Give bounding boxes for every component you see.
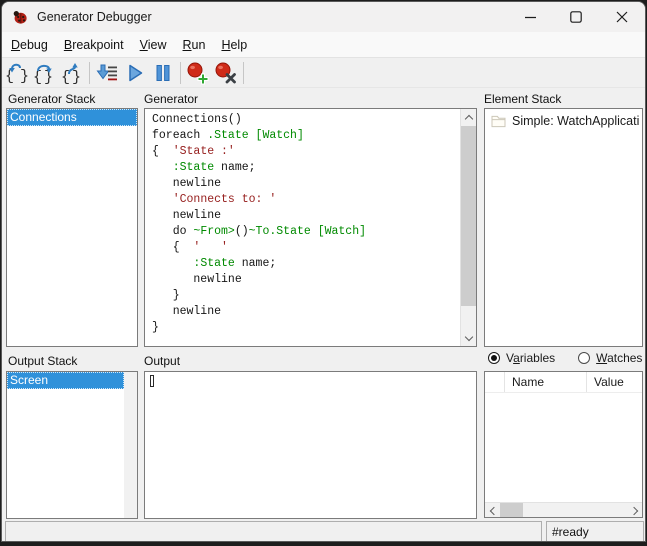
- output-label: Output: [144, 354, 181, 368]
- toolbar-separator: [180, 62, 181, 84]
- svg-text:}: }: [72, 69, 81, 85]
- toolbar-separator: [89, 62, 90, 84]
- menu-view[interactable]: View: [132, 35, 175, 55]
- add-breakpoint-button[interactable]: [184, 60, 212, 86]
- scrollbar-thumb[interactable]: [461, 126, 476, 306]
- output-stack-scrollbar[interactable]: [124, 372, 137, 518]
- generator-vertical-scrollbar[interactable]: [460, 109, 476, 346]
- scrollbar-thumb[interactable]: [500, 503, 523, 517]
- menubar: Debug Breakpoint View Run Help: [2, 32, 645, 58]
- step-out-button[interactable]: { }: [58, 60, 86, 86]
- generator-stack-label: Generator Stack: [8, 92, 96, 106]
- status-message: [5, 521, 542, 541]
- step-over-button[interactable]: { }: [30, 60, 58, 86]
- scroll-up-button[interactable]: [461, 109, 476, 125]
- column-header-name[interactable]: Name: [505, 372, 587, 392]
- variables-horizontal-scrollbar[interactable]: [485, 502, 642, 517]
- output-stack-label: Output Stack: [8, 354, 78, 368]
- remove-breakpoint-button[interactable]: [212, 60, 240, 86]
- output-stack-list[interactable]: Screen: [6, 371, 138, 519]
- toolbar-separator: [243, 62, 244, 84]
- element-stack-tree[interactable]: Simple: WatchApplicati: [484, 108, 643, 347]
- status-state: #ready: [546, 521, 644, 541]
- column-header-blank[interactable]: [485, 372, 505, 392]
- element-stack-item-label: Simple: WatchApplicati: [512, 114, 640, 128]
- generator-stack-item-connections[interactable]: Connections: [7, 109, 137, 126]
- menu-breakpoint[interactable]: Breakpoint: [56, 35, 132, 55]
- titlebar[interactable]: Generator Debugger: [2, 2, 645, 32]
- watches-radio[interactable]: Watches: [578, 351, 642, 365]
- chevron-right-icon: [629, 506, 639, 515]
- chevron-down-icon: [464, 332, 474, 342]
- step-to-line-button[interactable]: [93, 60, 121, 86]
- maximize-button[interactable]: [553, 2, 599, 32]
- variables-radio[interactable]: Variables: [488, 351, 555, 365]
- app-bug-icon: [12, 9, 28, 25]
- scroll-left-button[interactable]: [485, 503, 499, 518]
- radio-circle-icon: [578, 352, 591, 364]
- svg-text:}: }: [20, 68, 28, 85]
- close-button[interactable]: [599, 2, 645, 32]
- minimize-button[interactable]: [507, 2, 553, 32]
- desktop-backdrop: Generator Debugger Debug Breakpoint View…: [0, 0, 647, 546]
- generator-code: Connections() foreach .State [Watch]{ 'St…: [152, 113, 366, 334]
- output-box[interactable]: [144, 371, 477, 519]
- window-title: Generator Debugger: [37, 10, 152, 24]
- generator-label: Generator: [144, 92, 199, 106]
- toolbar: { } { } { }: [2, 59, 645, 88]
- radio-circle-icon: [488, 352, 500, 364]
- window-controls: [507, 2, 645, 32]
- generator-code-box[interactable]: Connections() foreach .State [Watch]{ 'St…: [144, 108, 477, 347]
- element-stack-item[interactable]: Simple: WatchApplicati: [491, 112, 642, 130]
- menu-help[interactable]: Help: [213, 35, 255, 55]
- app-window: Generator Debugger Debug Breakpoint View…: [1, 1, 646, 542]
- column-header-value[interactable]: Value: [587, 372, 642, 392]
- pause-button[interactable]: [149, 60, 177, 86]
- folder-icon: [491, 115, 506, 127]
- element-stack-label: Element Stack: [484, 92, 562, 106]
- variables-table[interactable]: Name Value: [484, 371, 643, 518]
- text-caret: [150, 375, 154, 387]
- step-into-button[interactable]: { }: [2, 60, 30, 86]
- variables-table-header: Name Value: [485, 372, 642, 393]
- generator-stack-list[interactable]: Connections: [6, 108, 138, 347]
- chevron-left-icon: [489, 506, 498, 515]
- scroll-right-button[interactable]: [628, 503, 642, 518]
- menu-run[interactable]: Run: [175, 35, 214, 55]
- menu-debug[interactable]: Debug: [3, 35, 56, 55]
- chevron-up-icon: [464, 114, 474, 123]
- run-button[interactable]: [121, 60, 149, 86]
- svg-text:{: {: [33, 69, 42, 85]
- output-stack-item-screen[interactable]: Screen: [7, 372, 124, 389]
- variables-watches-radio-group: Variables Watches: [488, 351, 644, 365]
- scroll-down-button[interactable]: [461, 330, 476, 346]
